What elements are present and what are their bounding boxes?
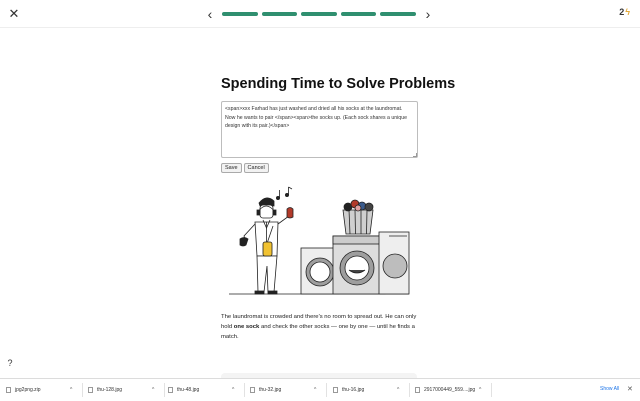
save-button[interactable]: Save — [221, 163, 242, 173]
help-icon[interactable]: ? — [4, 357, 16, 369]
cancel-button[interactable]: Cancel — [243, 163, 269, 173]
progress-bar — [222, 12, 416, 16]
resize-handle[interactable] — [413, 153, 417, 157]
file-icon — [88, 387, 93, 393]
progress-segment — [301, 12, 337, 16]
progress-segment — [340, 12, 377, 16]
chevron-up-icon[interactable]: ^ — [232, 387, 234, 393]
close-icon[interactable]: ✕ — [6, 6, 22, 22]
download-separator — [244, 383, 245, 397]
download-separator — [82, 383, 83, 397]
download-item[interactable]: thu-32.jpg — [250, 379, 281, 401]
file-icon — [250, 387, 255, 393]
download-separator — [491, 383, 492, 397]
chevron-up-icon[interactable]: ^ — [397, 387, 399, 393]
show-all-button[interactable]: Show All — [600, 386, 619, 392]
download-shelf: Show All ✕ jpg2png.zip ^ thu-128.jpg ^ thu-4… — [0, 378, 640, 400]
chevron-up-icon[interactable]: ^ — [479, 387, 481, 393]
file-icon — [333, 387, 338, 393]
chevron-up-icon[interactable]: ^ — [152, 387, 154, 393]
download-separator — [326, 383, 327, 397]
file-icon — [6, 387, 11, 393]
download-filename: thu-128.jpg — [97, 387, 123, 393]
download-item[interactable]: 2917000449_559....jpg — [415, 379, 475, 401]
lesson-top-bar: ✕ ‹ › 2 ϟ — [0, 0, 640, 28]
lightning-icon: ϟ — [625, 7, 630, 17]
next-step-button[interactable]: › — [421, 6, 435, 22]
progress-segment — [380, 12, 416, 16]
progress-segment — [261, 12, 298, 16]
lesson-text-editor[interactable]: <span>xxx Farhad has just washed and dri… — [221, 101, 418, 158]
download-filename: 2917000449_559....jpg — [424, 387, 476, 393]
streak-counter: 2 ϟ — [619, 7, 630, 17]
chevron-up-icon[interactable]: ^ — [314, 387, 316, 393]
download-item[interactable]: thu-48.jpg — [168, 379, 199, 401]
file-icon — [415, 387, 420, 393]
laundromat-illustration — [229, 186, 410, 295]
progress-segment — [222, 12, 258, 16]
download-separator — [409, 383, 410, 397]
download-item[interactable]: thu-16.jpg — [333, 379, 364, 401]
download-filename: thu-16.jpg — [342, 387, 365, 393]
lesson-paragraph: The laundromat is crowded and there's no… — [221, 314, 417, 340]
close-icon[interactable]: ✕ — [627, 385, 633, 393]
download-filename: thu-32.jpg — [259, 387, 282, 393]
chevron-up-icon[interactable]: ^ — [70, 387, 72, 393]
download-filename: thu-48.jpg — [177, 387, 200, 393]
download-item[interactable]: jpg2png.zip — [6, 379, 41, 401]
download-filename: jpg2png.zip — [15, 387, 41, 393]
streak-count: 2 — [619, 7, 625, 17]
editor-actions: Save Cancel — [221, 163, 269, 173]
download-item[interactable]: thu-128.jpg — [88, 379, 122, 401]
emphasis-text: one sock — [233, 324, 260, 330]
page-title: Spending Time to Solve Problems — [221, 76, 456, 92]
download-separator — [164, 383, 165, 397]
file-icon — [168, 387, 173, 393]
previous-step-button[interactable]: ‹ — [203, 6, 217, 22]
